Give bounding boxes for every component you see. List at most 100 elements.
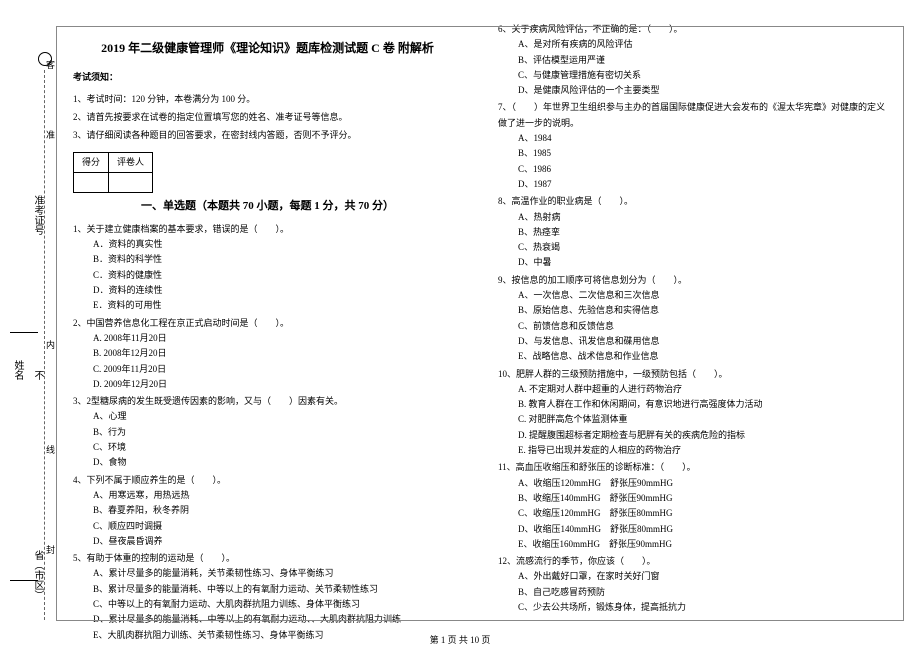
question-option: B、评估模型运用严谨	[518, 53, 887, 68]
question: 10、肥胖人群的三级预防措施中，一级预防包括（ ）。A. 不定期对人群中超重的人…	[498, 367, 887, 459]
question-option: E、收缩压160mmHG 舒张压90mmHG	[518, 537, 887, 552]
question-stem: 2、中国营养信息化工程在京正式启动时间是（ ）。	[73, 316, 462, 331]
question-stem: 1、关于建立健康档案的基本要求，错误的是（ ）。	[73, 222, 462, 237]
question-option: D、1987	[518, 177, 887, 192]
question-stem: 9、按信息的加工顺序可将信息划分为（ ）。	[498, 273, 887, 288]
question-stem: 12、流感流行的季节，你应该（ ）。	[498, 554, 887, 569]
rule-3: 3、请仔细阅读各种题目的回答要求，在密封线内答题，否则不予评分。	[73, 128, 462, 143]
question-option: A、用寒远寒，用热远热	[93, 488, 462, 503]
left-questions: 1、关于建立健康档案的基本要求，错误的是（ ）。A．资料的真实性B．资料的科学性…	[73, 222, 462, 643]
question-stem: 7、（ ）年世界卫生组织参与主办的首届国际健康促进大会发布的《渥太华宪章》对健康…	[498, 100, 887, 131]
question-option: C、少去公共场所，锻炼身体，提高抵抗力	[518, 600, 887, 615]
question-option: E．资料的可用性	[93, 298, 462, 313]
question-option: C. 2009年11月20日	[93, 362, 462, 377]
margin-label-nei: 内	[44, 340, 57, 349]
question-option: D、食物	[93, 455, 462, 470]
question-option: C、收缩压120mmHG 舒张压80mmHG	[518, 506, 887, 521]
question: 5、有助于体重的控制的运动是（ ）。A、累计尽量多的能量消耗，关节柔韧性练习、身…	[73, 551, 462, 643]
question-option: C、与健康管理措施有密切关系	[518, 68, 887, 83]
rule-1: 1、考试时间：120 分钟，本卷满分为 100 分。	[73, 92, 462, 107]
margin-label-ke: 客	[44, 60, 57, 69]
question-option: A．资料的真实性	[93, 237, 462, 252]
question-option: B. 教育人群在工作和休闲期间，有意识地进行高强度体力活动	[518, 397, 887, 412]
question: 11、高血压收缩压和舒张压的诊断标准：（ ）。A、收缩压120mmHG 舒张压9…	[498, 460, 887, 552]
question-stem: 4、下列不属于顺应养生的是（ ）。	[73, 473, 462, 488]
question-option: D、中暑	[518, 255, 887, 270]
page-footer: 第 1 页 共 10 页	[0, 633, 920, 646]
question: 8、高温作业的职业病是（ ）。A、热射病B、热痉挛C、热衰竭D、中暑	[498, 194, 887, 270]
question: 12、流感流行的季节，你应该（ ）。A、外出戴好口罩，在家时关好门窗B、自己吃感…	[498, 554, 887, 615]
question-option: A. 2008年11月20日	[93, 331, 462, 346]
question-option: A、热射病	[518, 210, 887, 225]
question-option: D、与发信息、讯发信息和碟用信息	[518, 334, 887, 349]
left-column: 2019 年二级健康管理师《理论知识》题库检测试题 C 卷 附解析 考试须知： …	[55, 20, 480, 610]
question-option: C、中等以上的有氧耐力运动、大肌肉群抗阻力训练、身体平衡练习	[93, 597, 462, 612]
binding-margin: 客 准 准考证号 内 姓名 线 不 封 省（市区）	[0, 0, 55, 650]
question-stem: 11、高血压收缩压和舒张压的诊断标准：（ ）。	[498, 460, 887, 475]
question-option: C、热衰竭	[518, 240, 887, 255]
score-cell-grader: 评卷人	[109, 152, 153, 172]
question-option: E、战略信息、战术信息和作业信息	[518, 349, 887, 364]
page-content: 2019 年二级健康管理师《理论知识》题库检测试题 C 卷 附解析 考试须知： …	[0, 0, 920, 620]
margin-label-xian: 线	[44, 445, 57, 454]
question-stem: 3、2型糖尿病的发生既受遗传因素的影响，又与（ ）因素有关。	[73, 394, 462, 409]
question-option: B、春夏养阳，秋冬养阴	[93, 503, 462, 518]
province-label: 省（市区）	[30, 550, 45, 600]
margin-label-feng: 封	[44, 545, 57, 554]
score-table: 得分 评卷人	[73, 152, 153, 194]
score-cell-score: 得分	[74, 152, 109, 172]
question-option: B. 2008年12月20日	[93, 346, 462, 361]
right-column: 6、关于疾病风险评估，不正确的是：（ ）。A、是对所有疾病的风险评估B、评估模型…	[480, 20, 905, 610]
question-option: C、1986	[518, 162, 887, 177]
question-option: D、昼夜晨昏调养	[93, 534, 462, 549]
question-option: A、收缩压120mmHG 舒张压90mmHG	[518, 476, 887, 491]
question-option: D. 提醒腹围超标者定期检查与肥胖有关的疾病危险的指标	[518, 428, 887, 443]
question: 4、下列不属于顺应养生的是（ ）。A、用寒远寒，用热远热B、春夏养阳，秋冬养阴C…	[73, 473, 462, 549]
question-option: C．资料的健康性	[93, 268, 462, 283]
question-stem: 5、有助于体重的控制的运动是（ ）。	[73, 551, 462, 566]
part1-title: 一、单选题（本题共 70 小题，每题 1 分，共 70 分）	[73, 197, 462, 216]
question-option: B、1985	[518, 146, 887, 161]
rule-2: 2、请首先按要求在试卷的指定位置填写您的姓名、准考证号等信息。	[73, 110, 462, 125]
question-option: A、1984	[518, 131, 887, 146]
margin-underline	[10, 332, 38, 333]
question-option: B．资料的科学性	[93, 252, 462, 267]
question-option: D、是健康风险评估的一个主要类型	[518, 83, 887, 98]
score-blank-2	[109, 172, 153, 192]
question-option: C. 对肥胖高危个体监测体重	[518, 412, 887, 427]
name-label: 姓名	[10, 360, 25, 380]
notice-header: 考试须知：	[73, 70, 462, 85]
question-option: B、自己吃感冒药预防	[518, 585, 887, 600]
question-option: D、收缩压140mmHG 舒张压80mmHG	[518, 522, 887, 537]
exam-title: 2019 年二级健康管理师《理论知识》题库检测试题 C 卷 附解析	[73, 38, 462, 58]
question-option: A. 不定期对人群中超重的人进行药物治疗	[518, 382, 887, 397]
margin-label-zhun: 准	[44, 130, 57, 139]
question-option: B、行为	[93, 425, 462, 440]
question: 1、关于建立健康档案的基本要求，错误的是（ ）。A．资料的真实性B．资料的科学性…	[73, 222, 462, 314]
question-option: C、前馈信息和反馈信息	[518, 319, 887, 334]
margin-underline-2	[10, 580, 38, 581]
question-option: A、是对所有疾病的风险评估	[518, 37, 887, 52]
question: 9、按信息的加工顺序可将信息划分为（ ）。A、一次信息、二次信息和三次信息B、原…	[498, 273, 887, 365]
question-option: C、顺应四时调摄	[93, 519, 462, 534]
score-blank-1	[74, 172, 109, 192]
question-option: A、一次信息、二次信息和三次信息	[518, 288, 887, 303]
question-stem: 6、关于疾病风险评估，不正确的是：（ ）。	[498, 22, 887, 37]
question-option: B、热痉挛	[518, 225, 887, 240]
question: 6、关于疾病风险评估，不正确的是：（ ）。A、是对所有疾病的风险评估B、评估模型…	[498, 22, 887, 98]
question-option: E. 指导已出现并发症的人相应的药物治疗	[518, 443, 887, 458]
question-stem: 8、高温作业的职业病是（ ）。	[498, 194, 887, 209]
question-option: C、环境	[93, 440, 462, 455]
question: 2、中国营养信息化工程在京正式启动时间是（ ）。A. 2008年11月20日B.…	[73, 316, 462, 392]
question: 3、2型糖尿病的发生既受遗传因素的影响，又与（ ）因素有关。A、心理B、行为C、…	[73, 394, 462, 470]
question-option: A、外出戴好口罩，在家时关好门窗	[518, 569, 887, 584]
question-option: D、累计尽量多的能量消耗、中等以上的有氧耐力运动、、大肌肉群抗阻力训练	[93, 612, 462, 627]
margin-divider-text: 不	[30, 370, 45, 380]
question-stem: 10、肥胖人群的三级预防措施中，一级预防包括（ ）。	[498, 367, 887, 382]
question-option: D. 2009年12月20日	[93, 377, 462, 392]
question-option: A、心理	[93, 409, 462, 424]
question-option: B、累计尽量多的能量消耗、中等以上的有氧耐力运动、关节柔韧性练习	[93, 582, 462, 597]
question-option: D．资料的连续性	[93, 283, 462, 298]
exam-id-label: 准考证号	[30, 195, 45, 235]
question: 7、（ ）年世界卫生组织参与主办的首届国际健康促进大会发布的《渥太华宪章》对健康…	[498, 100, 887, 192]
